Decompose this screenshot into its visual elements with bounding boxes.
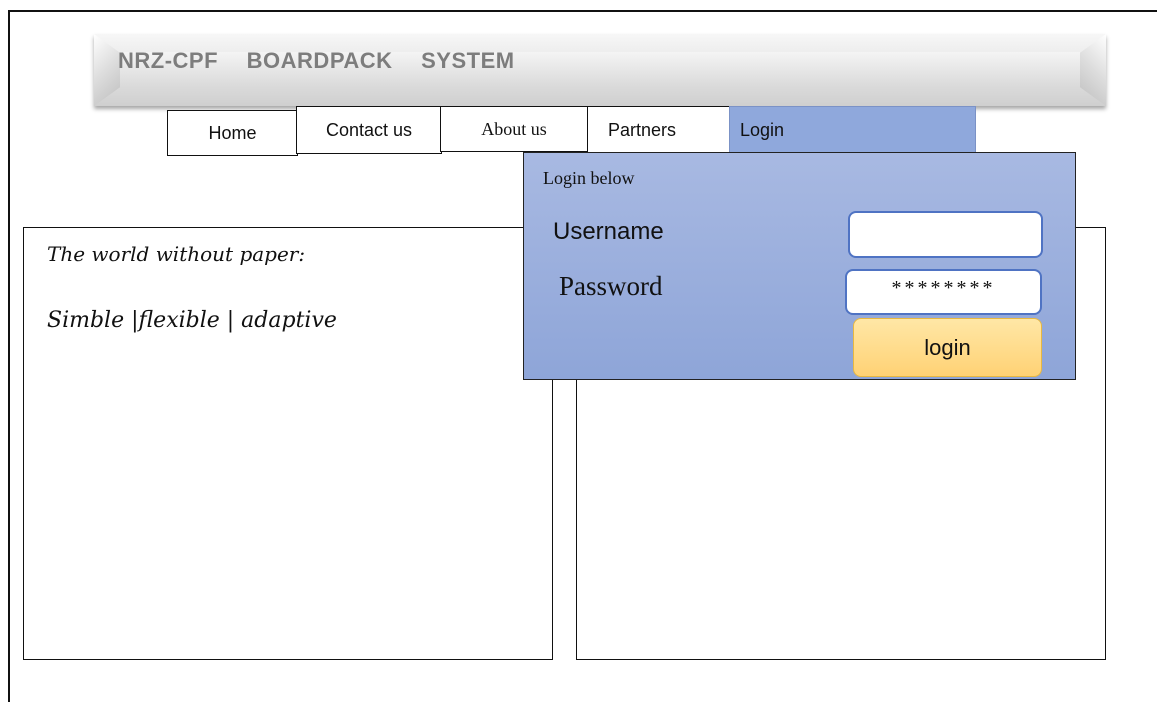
nav-tab-login[interactable]: Login [729,106,976,154]
login-heading: Login below [543,168,635,188]
nav-tab-contact[interactable]: Contact us [296,106,442,154]
nav-tab-partners[interactable]: Partners [587,106,730,154]
content-panel-left [23,227,553,660]
password-label: Password [559,271,663,301]
nav-tab-about[interactable]: About us [440,106,588,152]
username-label: Username [553,218,664,245]
app-title: NRZ-CPF BOARDPACK SYSTEM [118,48,515,73]
tagline-values: Simble |flexible | adaptive [47,308,337,333]
tagline-heading: The world without paper: [47,242,306,266]
password-input[interactable]: ******** [845,269,1042,315]
nav-tab-home[interactable]: Home [167,110,298,156]
username-input[interactable] [848,211,1043,258]
login-button[interactable]: login [853,318,1042,377]
